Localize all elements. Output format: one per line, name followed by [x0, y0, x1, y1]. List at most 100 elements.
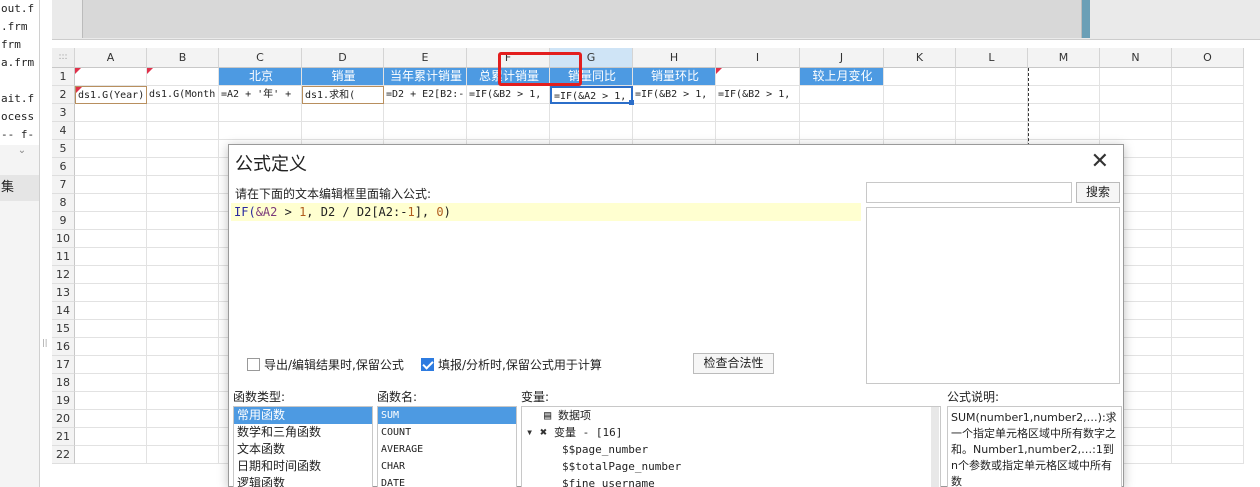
cell-a20[interactable]: [75, 410, 147, 428]
cell-a13[interactable]: [75, 284, 147, 302]
cell-n2[interactable]: [1100, 86, 1172, 104]
cell-o7[interactable]: [1172, 176, 1244, 194]
close-icon[interactable]: ✕: [1091, 149, 1109, 175]
cell-e2[interactable]: =D2 + E2[B2:-: [384, 86, 467, 104]
column-header-e[interactable]: E: [384, 48, 467, 68]
cell-o11[interactable]: [1172, 248, 1244, 266]
cell-a2[interactable]: ds1.G(Year): [75, 86, 147, 104]
cell-b12[interactable]: [147, 266, 219, 284]
tree-node-data-item[interactable]: ▤ 数据项: [522, 407, 940, 424]
cell-o18[interactable]: [1172, 374, 1244, 392]
cell-b7[interactable]: [147, 176, 219, 194]
column-header-j[interactable]: J: [800, 48, 884, 68]
cell-o16[interactable]: [1172, 338, 1244, 356]
cell-o10[interactable]: [1172, 230, 1244, 248]
cell-o4[interactable]: [1172, 122, 1244, 140]
function-type-item[interactable]: 文本函数: [234, 441, 372, 458]
cell-o21[interactable]: [1172, 428, 1244, 446]
cell-g4[interactable]: [550, 122, 633, 140]
cell-a19[interactable]: [75, 392, 147, 410]
cell-b17[interactable]: [147, 356, 219, 374]
function-name-item[interactable]: COUNT: [378, 424, 516, 441]
column-header-a[interactable]: A: [75, 48, 147, 68]
row-header-21[interactable]: 21: [52, 428, 75, 446]
function-type-item[interactable]: 逻辑函数: [234, 475, 372, 487]
row-header-9[interactable]: 9: [52, 212, 75, 230]
cell-b4[interactable]: [147, 122, 219, 140]
column-header-n[interactable]: N: [1100, 48, 1172, 68]
function-name-list[interactable]: SUM COUNT AVERAGE CHAR DATE: [377, 406, 517, 487]
cell-o9[interactable]: [1172, 212, 1244, 230]
file-item[interactable]: ait.f: [0, 90, 39, 108]
column-header-c[interactable]: C: [219, 48, 302, 68]
cell-a18[interactable]: [75, 374, 147, 392]
cell-a5[interactable]: [75, 140, 147, 158]
formula-text[interactable]: IF(&A2 > 1, D2 / D2[A2:-1], 0): [231, 203, 861, 221]
cell-a6[interactable]: [75, 158, 147, 176]
row-header-4[interactable]: 4: [52, 122, 75, 140]
row-header-12[interactable]: 12: [52, 266, 75, 284]
cell-f4[interactable]: [467, 122, 550, 140]
cell-o8[interactable]: [1172, 194, 1244, 212]
cell-n1[interactable]: [1100, 68, 1172, 86]
column-header-h[interactable]: H: [633, 48, 716, 68]
cell-c4[interactable]: [219, 122, 302, 140]
cell-i1[interactable]: [716, 68, 800, 86]
cell-f3[interactable]: [467, 104, 550, 122]
cell-g2[interactable]: =IF(&A2 > 1,: [550, 86, 633, 104]
cell-b22[interactable]: [147, 446, 219, 464]
cell-i4[interactable]: [716, 122, 800, 140]
cell-b16[interactable]: [147, 338, 219, 356]
row-header-22[interactable]: 22: [52, 446, 75, 464]
cell-b6[interactable]: [147, 158, 219, 176]
cell-j2[interactable]: [800, 86, 884, 104]
column-header-k[interactable]: K: [884, 48, 956, 68]
cell-j4[interactable]: [800, 122, 884, 140]
cell-o13[interactable]: [1172, 284, 1244, 302]
cell-a12[interactable]: [75, 266, 147, 284]
variable-tree[interactable]: ▤ 数据项 ▾ ✖ 变量 - [16] $$page_number $$totalPa…: [521, 406, 941, 487]
file-item[interactable]: -- f-: [0, 126, 39, 144]
fill-keep-formula-checkbox[interactable]: [421, 358, 434, 371]
cell-h3[interactable]: [633, 104, 716, 122]
cell-o15[interactable]: [1172, 320, 1244, 338]
row-header-8[interactable]: 8: [52, 194, 75, 212]
cell-a11[interactable]: [75, 248, 147, 266]
cell-j3[interactable]: [800, 104, 884, 122]
tree-node-variables[interactable]: ▾ ✖ 变量 - [16]: [522, 424, 940, 441]
cell-b13[interactable]: [147, 284, 219, 302]
cell-a15[interactable]: [75, 320, 147, 338]
cell-o1[interactable]: [1172, 68, 1244, 86]
cell-h2[interactable]: =IF(&B2 > 1,: [633, 86, 716, 104]
cell-l4[interactable]: [956, 122, 1028, 140]
file-item[interactable]: .frm: [0, 18, 39, 36]
tree-leaf[interactable]: $$page_number: [522, 441, 940, 458]
file-item[interactable]: out.f: [0, 0, 39, 18]
check-validity-button[interactable]: 检查合法性: [693, 353, 774, 374]
row-header-18[interactable]: 18: [52, 374, 75, 392]
cell-o6[interactable]: [1172, 158, 1244, 176]
cell-d3[interactable]: [302, 104, 384, 122]
cell-c1[interactable]: 北京: [219, 68, 302, 86]
cell-o3[interactable]: [1172, 104, 1244, 122]
cell-e3[interactable]: [384, 104, 467, 122]
column-header-l[interactable]: L: [956, 48, 1028, 68]
cell-l2[interactable]: [956, 86, 1028, 104]
cell-a10[interactable]: [75, 230, 147, 248]
row-header-10[interactable]: 10: [52, 230, 75, 248]
row-header-7[interactable]: 7: [52, 176, 75, 194]
chevron-down-icon[interactable]: ⌄: [10, 145, 34, 157]
cell-o19[interactable]: [1172, 392, 1244, 410]
cell-c2[interactable]: =A2 + '年' +: [219, 86, 302, 104]
row-header-6[interactable]: 6: [52, 158, 75, 176]
cell-d1[interactable]: 销量: [302, 68, 384, 86]
select-all-corner[interactable]: :::: [52, 48, 75, 68]
cell-n4[interactable]: [1100, 122, 1172, 140]
function-type-item[interactable]: 数学和三角函数: [234, 424, 372, 441]
cell-m2[interactable]: [1028, 86, 1100, 104]
file-item[interactable]: [0, 72, 39, 90]
column-header-o[interactable]: O: [1172, 48, 1244, 68]
export-keep-formula-checkbox[interactable]: [247, 358, 260, 371]
cell-o5[interactable]: [1172, 140, 1244, 158]
cell-o22[interactable]: [1172, 446, 1244, 464]
